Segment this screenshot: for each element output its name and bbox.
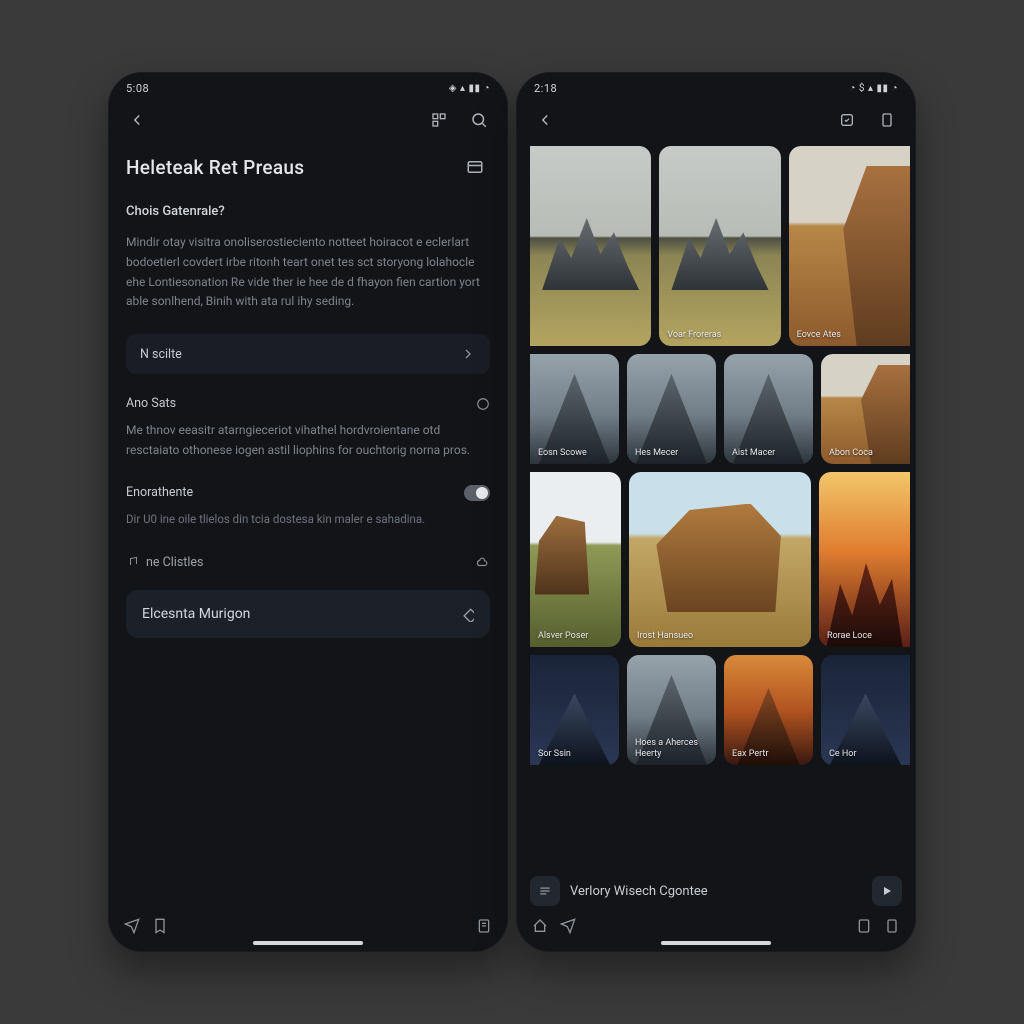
tile-label: Hoes a Aherces Heerty — [635, 738, 716, 759]
info-icon — [476, 397, 490, 411]
menu-icon[interactable] — [872, 105, 902, 135]
nav-bookmark-icon[interactable] — [146, 912, 174, 940]
nav-home-icon[interactable] — [526, 912, 554, 940]
cloud-icon — [472, 555, 490, 569]
tile-label: Eosn Scowe — [538, 448, 587, 458]
toggle-switch[interactable] — [464, 485, 490, 501]
nav-send-icon[interactable] — [554, 912, 582, 940]
playlist-icon — [530, 876, 560, 906]
home-indicator[interactable] — [661, 941, 771, 945]
card-icon[interactable] — [460, 152, 490, 182]
back-button[interactable] — [122, 105, 152, 135]
nav-doc-icon[interactable] — [470, 912, 498, 940]
gallery-tile[interactable] — [530, 146, 651, 346]
tile-label: Irost Hansueo — [637, 631, 693, 641]
now-playing-label: Verlory Wisech Cgontee — [570, 884, 862, 899]
tile-label: Voar Froreras — [667, 330, 721, 340]
tile-label: Alsver Poser — [538, 631, 588, 641]
tile-label: Sor Ssin — [538, 749, 571, 759]
status-bar: 2:18 ◔ $ ▴ ▮▮ ◔ — [516, 72, 916, 98]
gallery-tile[interactable]: Hoes a Aherces Heerty — [627, 655, 716, 765]
nav-bar — [516, 906, 916, 952]
home-indicator[interactable] — [253, 941, 363, 945]
tile-label: Rorae Loce — [827, 631, 872, 641]
share-icon[interactable] — [832, 105, 862, 135]
status-time: 5:08 — [126, 82, 149, 95]
thin-row-label: ne Clistles — [146, 555, 204, 570]
play-icon[interactable] — [872, 876, 902, 906]
gallery-tile[interactable]: Hes Mecer — [627, 354, 716, 464]
chevron-icon — [460, 346, 476, 362]
option-card[interactable]: N scilte — [126, 334, 490, 374]
tile-label: Abon Coca — [829, 448, 873, 458]
phone-right: 2:18 ◔ $ ▴ ▮▮ ◔ Voar Froreras Eovce Ates… — [516, 72, 916, 952]
section-subtitle: Chois Gatenrale? — [126, 204, 490, 219]
now-playing-bar[interactable]: Verlory Wisech Cgontee — [530, 876, 902, 906]
gallery-tile[interactable]: Ce Hor — [821, 655, 910, 765]
status-time: 2:18 — [534, 82, 557, 95]
section-paragraph: Mindir otay visitra onoliserostieciento … — [126, 233, 490, 312]
gallery-tile[interactable]: Eax Pertr — [724, 655, 813, 765]
tile-label: Eovce Ates — [797, 330, 841, 340]
grid-icon[interactable] — [424, 105, 454, 135]
section-body: Me thnov eeasitr atarngieceriot vihathel… — [126, 421, 490, 461]
toggle-label: Enorathente — [126, 485, 193, 500]
status-indicators: ◔ $ ▴ ▮▮ ◔ — [849, 83, 898, 94]
primary-action-label: Elcesnta Murigon — [142, 606, 250, 622]
status-bar: 5:08 ◈ ▴ ▮▮ ◔ — [108, 72, 508, 98]
nav-bar — [108, 906, 508, 952]
note-icon — [126, 556, 138, 568]
nav-send-icon[interactable] — [118, 912, 146, 940]
gallery-tile-featured[interactable]: Irost Hansueo — [629, 472, 811, 647]
gallery-tile[interactable]: Abon Coca — [821, 354, 910, 464]
status-indicators: ◈ ▴ ▮▮ ◔ — [449, 83, 490, 94]
toggle-hint: Dir U0 ine oile tlielos din tcia dostesa… — [126, 511, 490, 529]
page-title: Heleteak Ret Preaus — [126, 156, 304, 179]
gallery-tile[interactable]: Eovce Ates — [789, 146, 910, 346]
tile-label: Ce Hor — [829, 749, 856, 759]
app-bar — [108, 98, 508, 142]
gallery-tile[interactable]: Alsver Poser — [530, 472, 621, 647]
phone-left: 5:08 ◈ ▴ ▮▮ ◔ Heleteak Ret Preaus Chois … — [108, 72, 508, 952]
nav-profile-icon[interactable] — [878, 912, 906, 940]
tile-label: Hes Mecer — [635, 448, 678, 458]
search-icon[interactable] — [464, 105, 494, 135]
gallery-tile[interactable]: Sor Ssin — [530, 655, 619, 765]
gallery-tile[interactable]: Aist Macer — [724, 354, 813, 464]
app-bar — [516, 98, 916, 142]
tile-label: Aist Macer — [732, 448, 775, 458]
gallery-tile[interactable]: Voar Froreras — [659, 146, 780, 346]
gallery-tile[interactable]: Rorae Loce — [819, 472, 910, 647]
tile-label: Eax Pertr — [732, 749, 768, 759]
diamond-icon — [458, 606, 474, 622]
primary-action[interactable]: Elcesnta Murigon — [126, 590, 490, 638]
back-button[interactable] — [530, 105, 560, 135]
section-label: Ano Sats — [126, 396, 490, 411]
nav-library-icon[interactable] — [850, 912, 878, 940]
option-card-label: N scilte — [140, 347, 182, 362]
gallery-tile[interactable]: Eosn Scowe — [530, 354, 619, 464]
